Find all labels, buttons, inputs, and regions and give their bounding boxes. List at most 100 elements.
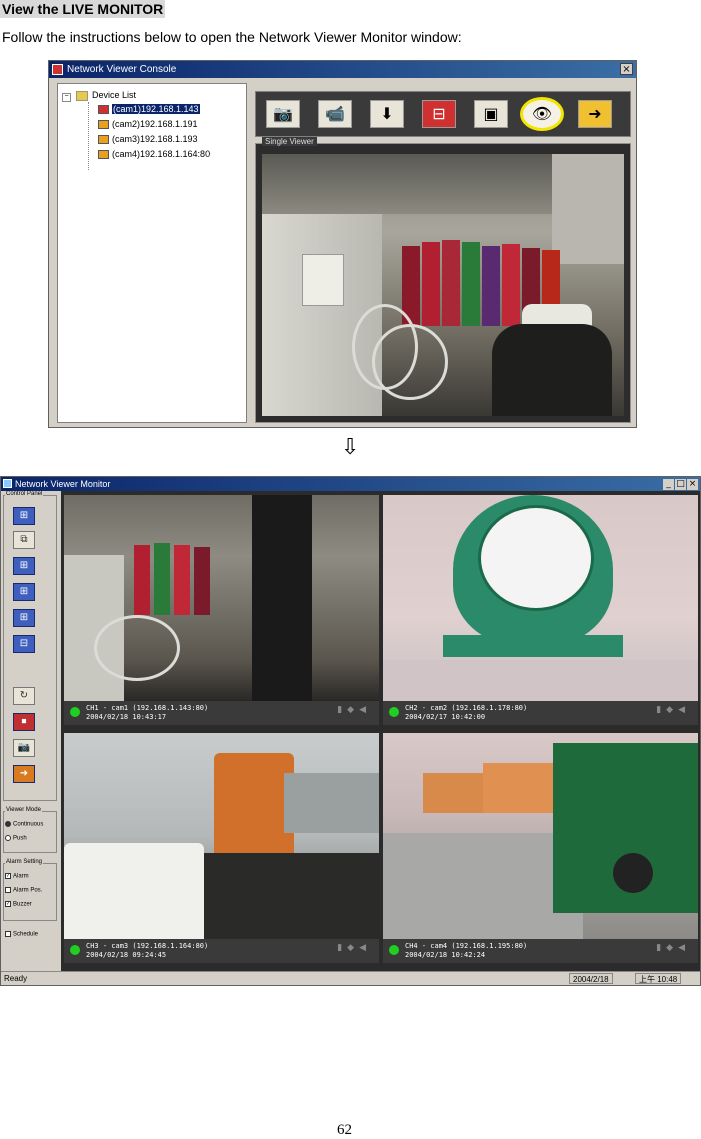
camera-video-feed <box>383 495 698 701</box>
viewer-mode-frame <box>3 811 57 853</box>
app-icon <box>52 64 63 75</box>
camera-timestamp: 2004/02/17 10:42:00 <box>405 713 486 721</box>
network-viewer-console-window: Network Viewer Console × − Device List (… <box>48 60 637 428</box>
camera-info-text: CH3 - cam3 (192.168.1.164:80) 2004/02/18 … <box>86 942 208 960</box>
single-viewer-panel: Single Viewer <box>255 137 631 423</box>
device-item-cam1[interactable]: (cam1)192.168.1.143 <box>98 103 200 115</box>
exit-icon[interactable]: ➜ <box>578 100 612 128</box>
push-radio[interactable]: Push <box>5 835 27 842</box>
eye-icon[interactable]: 👁 <box>520 97 564 131</box>
buzzer-checkbox[interactable]: ✓ Buzzer <box>5 901 32 908</box>
device-list-root[interactable]: − Device List <box>62 90 136 102</box>
status-ready: Ready <box>4 974 28 983</box>
camera-video-feed <box>262 154 624 416</box>
camera-settings-icon[interactable]: ▣ <box>474 100 508 128</box>
rotate-icon[interactable]: ↻ <box>13 687 35 705</box>
layout-view-button[interactable]: ⊟ <box>13 635 35 653</box>
layout-view-button[interactable]: ⊞ <box>13 583 35 601</box>
camera-video-feed <box>64 733 379 939</box>
app-icon <box>3 479 12 488</box>
maximize-button[interactable]: □ <box>675 479 686 490</box>
stop-icon[interactable]: ⏹ <box>13 713 35 731</box>
alarm-pos-label: Alarm Pos. <box>13 887 43 894</box>
control-panel: Control Panel ⊞ ⧉ ⊞ ⊞ ⊞ ⊟ ↻ ⏹ 📷 ➜ Viewer… <box>1 491 61 973</box>
add-camera-icon[interactable]: 📷 <box>266 100 300 128</box>
close-button[interactable]: × <box>620 63 633 75</box>
down-arrow-icon: ⇩ <box>341 435 360 460</box>
camera-channel-3[interactable]: CH3 - cam3 (192.168.1.164:80) 2004/02/18 … <box>64 733 379 963</box>
camera-info-bar: CH4 - cam4 (192.168.1.195:80) 2004/02/18 … <box>383 939 698 963</box>
status-bar: Ready 2004/2/18 上午 10:48 <box>1 971 700 985</box>
status-led-icon <box>70 945 80 955</box>
camera-control-icons[interactable]: ▮◆◀ <box>337 706 371 715</box>
folder-icon <box>75 90 88 101</box>
minimize-button[interactable]: _ <box>663 479 674 490</box>
cascade-view-button[interactable]: ⧉ <box>13 531 35 549</box>
checkbox-icon <box>5 887 11 893</box>
monitor-title: Network Viewer Monitor <box>15 479 111 489</box>
video-background <box>302 254 344 306</box>
camera-channel-1[interactable]: CH1 - cam1 (192.168.1.143:80) 2004/02/18 … <box>64 495 379 725</box>
camera-channel-label: CH1 - cam1 (192.168.1.143:80) <box>86 704 209 712</box>
device-list-tree: − Device List (cam1)192.168.1.143 (cam2)… <box>57 83 247 423</box>
layout-view-button[interactable]: ⊞ <box>13 609 35 627</box>
exit-icon[interactable]: ➜ <box>13 765 35 783</box>
snapshot-icon[interactable]: 📷 <box>13 739 35 757</box>
camera-info-text: CH4 - cam4 (192.168.1.195:80) 2004/02/18 … <box>405 942 527 960</box>
checkbox-icon: ✓ <box>5 873 11 879</box>
quad-view-button[interactable]: ⊞ <box>13 507 35 525</box>
camera-info-text: CH1 - cam1 (192.168.1.143:80) 2004/02/18 … <box>86 704 208 722</box>
buzzer-label: Buzzer <box>13 901 32 908</box>
schedule-checkbox[interactable]: Schedule <box>5 931 38 938</box>
camera-device-icon <box>98 150 109 160</box>
device-item-cam3[interactable]: (cam3)192.168.1.193 <box>98 133 198 145</box>
schedule-label: Schedule <box>13 931 39 938</box>
layout-view-button[interactable]: ⊞ <box>13 557 35 575</box>
camera-timestamp: 2004/02/18 10:43:17 <box>86 713 167 721</box>
camera-channel-2[interactable]: CH2 - cam2 (192.168.1.178:80) 2004/02/17 … <box>383 495 698 725</box>
camera-timestamp: 2004/02/18 10:42:24 <box>405 951 486 959</box>
split-view-icon[interactable]: ⊟ <box>422 100 456 128</box>
remove-camera-icon[interactable]: 📹 <box>318 100 352 128</box>
camera-device-icon <box>98 120 109 130</box>
radio-icon <box>5 835 11 841</box>
alarm-checkbox[interactable]: ✓ Alarm <box>5 873 29 880</box>
page-number: 62 <box>337 1122 352 1138</box>
video-background <box>482 246 500 326</box>
camera-info-bar: CH1 - cam1 (192.168.1.143:80) 2004/02/18 … <box>64 701 379 725</box>
close-button[interactable]: × <box>687 479 698 490</box>
video-background <box>492 324 612 416</box>
monitor-titlebar: Network Viewer Monitor _ □ × <box>1 477 700 491</box>
instruction-text: Follow the instructions below to open th… <box>2 29 462 45</box>
video-background <box>552 154 624 264</box>
device-item-cam2[interactable]: (cam2)192.168.1.191 <box>98 118 198 130</box>
device-item-cam4[interactable]: (cam4)192.168.1.164:80 <box>98 148 210 160</box>
camera-device-icon <box>98 135 109 145</box>
console-title: Network Viewer Console <box>67 64 177 75</box>
control-panel-label: Control Panel <box>5 491 44 497</box>
camera-control-icons[interactable]: ▮◆◀ <box>656 706 690 715</box>
status-time: 上午 10:48 <box>635 973 682 984</box>
viewer-mode-label: Viewer Mode <box>5 807 42 813</box>
tree-expander-icon[interactable]: − <box>62 93 71 102</box>
alarm-setting-label: Alarm Setting <box>5 859 44 865</box>
checkbox-icon: ✓ <box>5 901 11 907</box>
continuous-radio[interactable]: Continuous <box>5 821 43 828</box>
device-list-label: Device List <box>92 90 137 100</box>
window-controls: _ □ × <box>662 478 698 490</box>
console-titlebar: Network Viewer Console × <box>49 61 636 78</box>
alarm-pos-checkbox[interactable]: Alarm Pos. <box>5 887 42 894</box>
camera-control-icons[interactable]: ▮◆◀ <box>656 944 690 953</box>
camera-channel-4[interactable]: CH4 - cam4 (192.168.1.195:80) 2004/02/18 … <box>383 733 698 963</box>
camera-channel-label: CH2 - cam2 (192.168.1.178:80) <box>405 704 528 712</box>
video-background <box>462 242 480 326</box>
single-viewer-label: Single Viewer <box>262 137 317 146</box>
camera-info-bar: CH3 - cam3 (192.168.1.164:80) 2004/02/18 … <box>64 939 379 963</box>
download-icon[interactable]: ⬇ <box>370 100 404 128</box>
alarm-label: Alarm <box>13 873 29 880</box>
camera-info-text: CH2 - cam2 (192.168.1.178:80) 2004/02/17 … <box>405 704 527 722</box>
camera-video-feed <box>383 733 698 939</box>
camera-control-icons[interactable]: ▮◆◀ <box>337 944 371 953</box>
camera-info-bar: CH2 - cam2 (192.168.1.178:80) 2004/02/17 … <box>383 701 698 725</box>
radio-icon <box>5 821 11 827</box>
